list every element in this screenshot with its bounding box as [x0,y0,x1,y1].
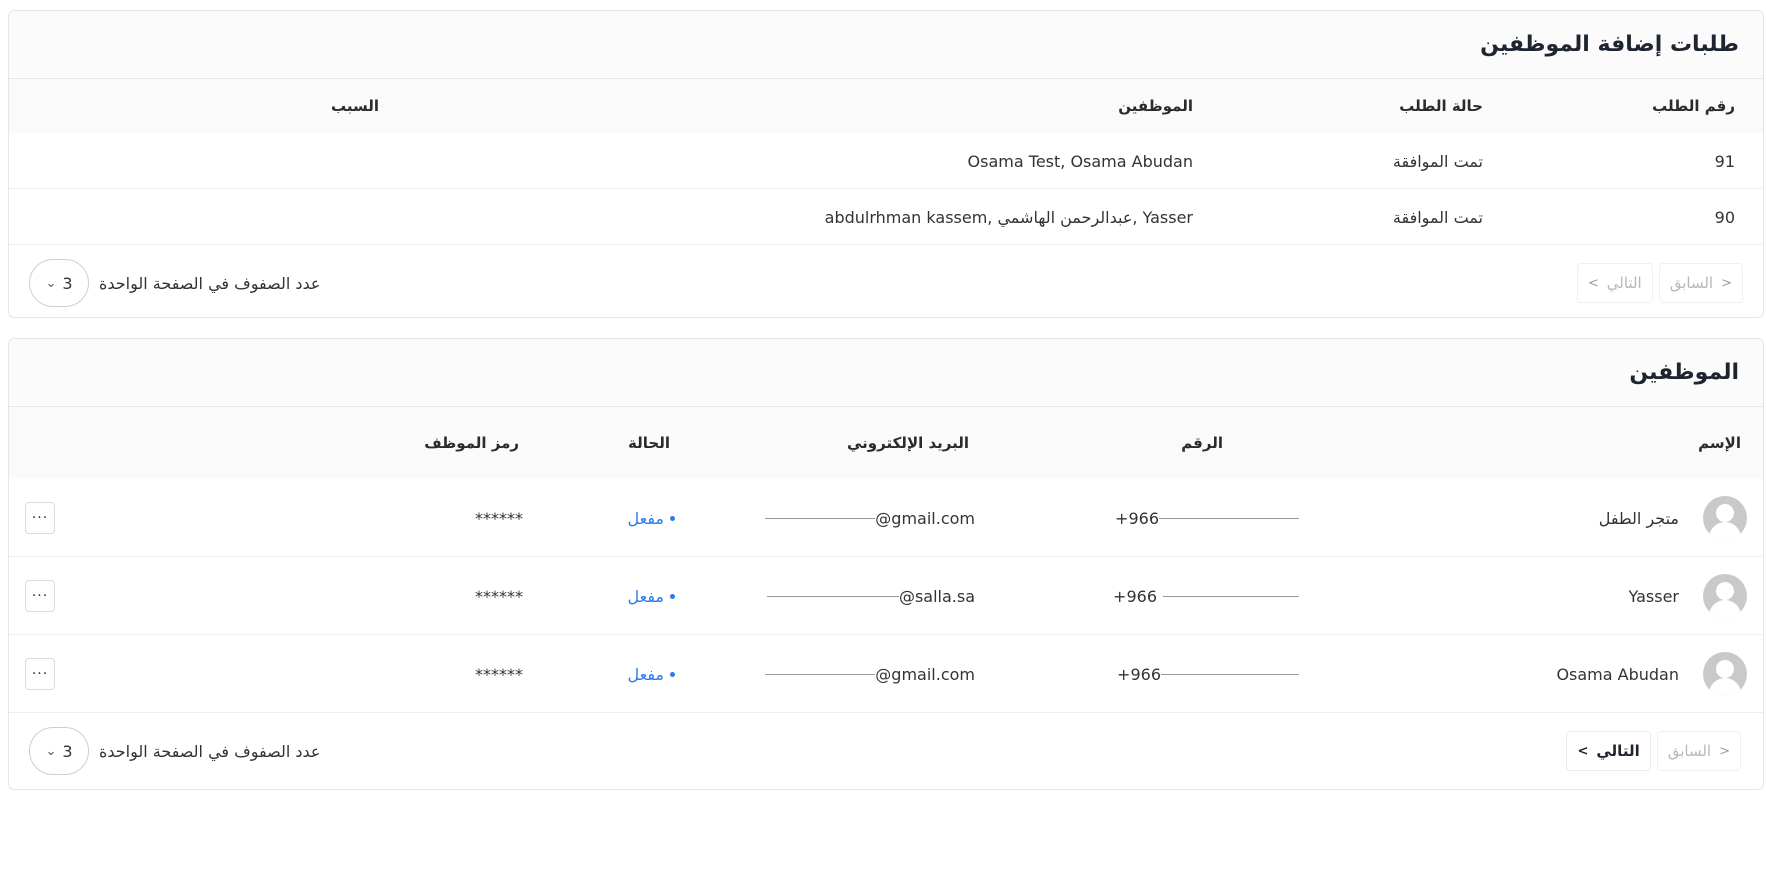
status-badge: مفعل [628,635,675,713]
table-row: Osama Abudan +966 @gmail.com مفعل ******… [9,635,1763,713]
header-email: البريد الإلكتروني [847,434,969,452]
header-request-status: حالة الطلب [1399,97,1483,115]
employee-email: @salla.sa [766,557,975,635]
row-actions: ··· [25,479,55,557]
avatar [1703,557,1747,635]
requests-card-header: طلبات إضافة الموظفين [9,11,1763,79]
status-dot-icon [670,515,675,521]
employees-card-header: الموظفين [9,339,1763,407]
employee-phone: +966 [1113,557,1299,635]
prev-page-button[interactable]: < السابق [1656,731,1741,771]
chevron-right-icon: < [1721,275,1732,291]
rows-per-page: عدد الصفوف في الصفحة الواحدة 3 ⌄ [29,259,320,307]
header-employee-code: رمز الموظف [424,434,519,452]
employees-footer: < السابق التالي > عدد الصفوف في الصفحة ا… [9,713,1763,789]
request-employees: Osama Test, Osama Abudan [967,151,1193,171]
header-status: الحالة [628,434,670,452]
more-options-button[interactable]: ··· [25,580,55,612]
requests-card: طلبات إضافة الموظفين رقم الطلب حالة الطل… [8,10,1764,318]
more-options-button[interactable]: ··· [25,658,55,690]
more-options-button[interactable]: ··· [25,502,55,534]
employees-card: الموظفين الإسم الرقم البريد الإلكتروني ا… [8,338,1764,790]
header-phone: الرقم [1181,434,1223,452]
avatar [1703,635,1747,713]
requests-pagination: < السابق التالي > [1576,263,1743,303]
status-dot-icon [670,593,675,599]
header-employees: الموظفين [1118,97,1193,115]
status-dot-icon [670,671,675,677]
status-badge: مفعل [628,479,675,557]
request-id: 91 [1714,151,1735,171]
table-row: 91 تمت الموافقة Osama Test, Osama Abudan [9,133,1763,189]
next-page-button[interactable]: التالي > [1566,731,1651,771]
redaction-line [766,595,899,597]
table-row: 90 تمت الموافقة abdulrhman kassem, عبدال… [9,189,1763,245]
employee-email: @gmail.com [765,479,975,557]
row-actions: ··· [25,557,55,635]
chevron-right-icon: < [1719,743,1730,759]
rows-per-page-label: عدد الصفوف في الصفحة الواحدة [99,273,321,293]
employees-table-header: الإسم الرقم البريد الإلكتروني الحالة رمز… [9,407,1763,479]
employee-name: Osama Abudan [1556,664,1679,684]
employee-code: ****** [475,664,523,684]
employee-code: ****** [475,508,523,528]
request-employees: abdulrhman kassem, عبدالرحمن الهاشمي, Ya… [824,207,1193,227]
chevron-left-icon: > [1587,275,1599,291]
row-actions: ··· [25,635,55,713]
chevron-down-icon: ⌄ [45,275,57,291]
employee-phone: +966 [1115,479,1299,557]
header-reason: السبب [330,97,379,115]
employee-name: متجر الطفل [1598,508,1679,528]
table-row: Yasser +966 @salla.sa مفعل ****** ··· [9,557,1763,635]
next-page-button[interactable]: التالي > [1576,263,1653,303]
prev-page-button[interactable]: < السابق [1658,263,1743,303]
employee-email: @gmail.com [765,635,975,713]
chevron-down-icon: ⌄ [45,743,57,759]
request-status: تمت الموافقة [1392,207,1483,227]
redaction-line [1159,517,1299,519]
chevron-left-icon: > [1577,743,1589,759]
requests-table-header: رقم الطلب حالة الطلب الموظفين السبب [9,79,1763,133]
rows-per-page-select[interactable]: 3 ⌄ [29,727,89,775]
request-status: تمت الموافقة [1392,151,1483,171]
avatar [1703,479,1747,557]
header-name: الإسم [1698,434,1741,452]
status-badge: مفعل [628,557,675,635]
table-row: متجر الطفل +966 @gmail.com مفعل ****** ·… [9,479,1763,557]
requests-footer: < السابق التالي > عدد الصفوف في الصفحة ا… [9,245,1763,317]
redaction-line [765,673,876,675]
header-request-id: رقم الطلب [1652,97,1735,115]
employees-pagination: < السابق التالي > [1566,731,1741,771]
redaction-line [1161,673,1299,675]
employees-card-title: الموظفين [1629,360,1739,385]
request-id: 90 [1714,207,1735,227]
employee-name: Yasser [1628,586,1679,606]
rows-per-page-label: عدد الصفوف في الصفحة الواحدة [99,741,321,761]
rows-per-page-select[interactable]: 3 ⌄ [29,259,89,307]
redaction-line [765,517,876,519]
rows-per-page: عدد الصفوف في الصفحة الواحدة 3 ⌄ [29,727,320,775]
redaction-line [1163,595,1299,597]
employee-phone: +966 [1117,635,1299,713]
employee-code: ****** [475,586,523,606]
requests-card-title: طلبات إضافة الموظفين [1480,32,1739,57]
